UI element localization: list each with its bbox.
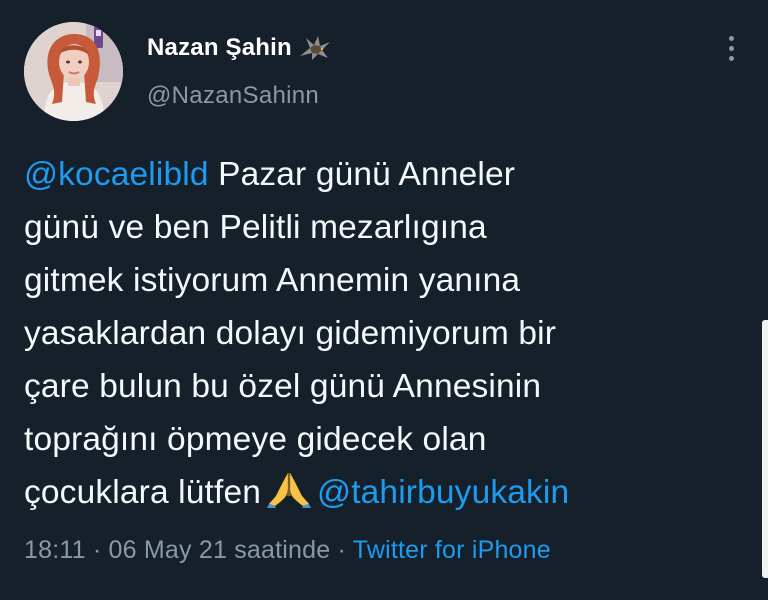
mention-link[interactable]: @tahirbuyukakin — [317, 474, 569, 511]
avatar[interactable] — [24, 22, 123, 121]
mention-link[interactable]: @kocaelibld — [24, 156, 209, 193]
tweet-line: çocuklara lütfen @tahirbuyukakin — [24, 466, 744, 519]
scrollbar[interactable] — [762, 320, 768, 578]
tweet-date[interactable]: 06 May 21 saatinde — [109, 536, 331, 564]
tweet-line: yasaklardan dolayı gidemiyorum bir — [24, 315, 557, 352]
tweet-time[interactable]: 18:11 — [24, 536, 86, 564]
folded-hands-emoji — [267, 470, 312, 508]
more-dot-icon — [728, 35, 734, 41]
tweet-line: @kocaelibld Pazar günü Anneler — [24, 148, 744, 201]
more-dot-icon — [728, 45, 734, 51]
author-name-row[interactable]: Nazan Şahin — [147, 30, 332, 66]
tweet-line-text: çocuklara lütfen — [24, 474, 262, 511]
tweet-source-link[interactable]: Twitter for iPhone — [353, 536, 551, 564]
tweet-text: @kocaelibld Pazar günü Anneler günü ve b… — [24, 148, 744, 519]
tweet-line: gitmek istiyorum Annemin yanına — [24, 262, 521, 299]
tweet-line: toprağını öpmeye gidecek olan — [24, 421, 487, 458]
more-options-button[interactable] — [716, 30, 746, 66]
tweet-card: Nazan Şahin @NazanSahinn @kocaelibld Paz… — [0, 0, 768, 600]
tweet-line: günü ve ben Pelitli mezarlıgına — [24, 209, 487, 246]
avatar-image — [24, 22, 123, 121]
tweet-line-text: Pazar günü Anneler — [208, 156, 516, 193]
author-handle[interactable]: @NazanSahinn — [147, 82, 319, 110]
eagle-icon — [298, 34, 332, 62]
more-dot-icon — [728, 55, 734, 61]
tweet-meta: 18:11 · 06 May 21 saatinde · Twitter for… — [24, 536, 551, 565]
author-display-name[interactable]: Nazan Şahin — [147, 34, 292, 62]
tweet-line: çare bulun bu özel günü Annesinin — [24, 368, 542, 405]
meta-separator: · — [85, 536, 109, 564]
meta-separator: · — [330, 536, 353, 564]
